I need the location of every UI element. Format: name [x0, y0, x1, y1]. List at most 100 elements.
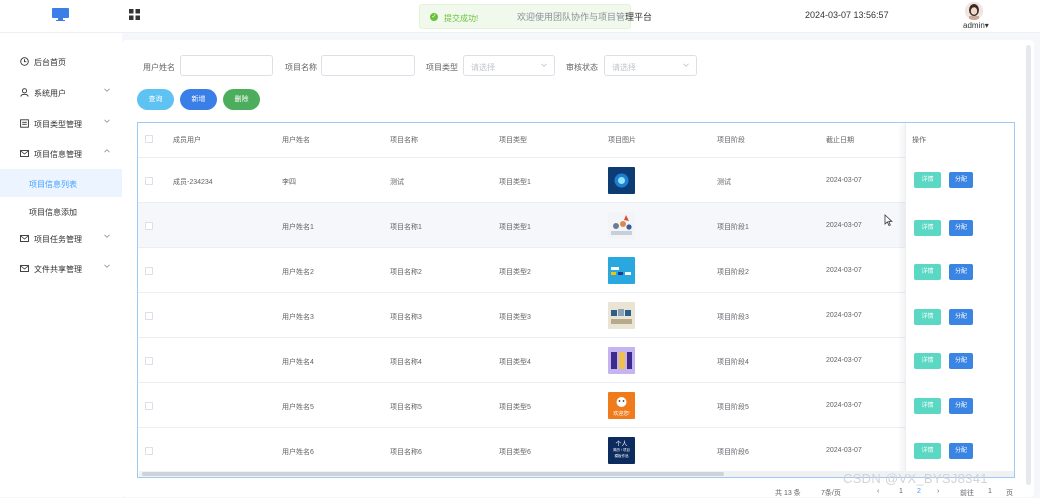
- table-row[interactable]: 用户姓名6 项目名称6 项目类型6 个人 简历 / 项目 模板作品 项目阶段6 …: [138, 427, 1014, 473]
- assign-button[interactable]: 分配: [949, 172, 973, 188]
- cell-member: 成员-234234: [173, 179, 213, 186]
- row-checkbox[interactable]: [145, 267, 153, 275]
- frames-image-icon: [611, 352, 632, 369]
- column-header-member: 成员用户: [173, 137, 201, 144]
- project-thumbnail[interactable]: [608, 167, 635, 194]
- assign-button[interactable]: 分配: [949, 398, 973, 414]
- sidebar-item-label: 文件共享管理: [34, 265, 82, 274]
- project-thumbnail[interactable]: [608, 347, 635, 374]
- query-button[interactable]: 查询: [137, 89, 174, 110]
- pager-page-2[interactable]: 2: [917, 488, 921, 495]
- cell-username: 用户姓名3: [282, 314, 314, 321]
- datetime-display: 2024-03-07 13:56:57: [805, 10, 889, 20]
- column-header-project-image: 项目图片: [608, 137, 636, 144]
- select-all-checkbox[interactable]: [145, 135, 153, 143]
- project-type-placeholder: 请选择: [471, 63, 495, 72]
- app-title: 欢迎使用团队协作与项目管理平台: [517, 10, 652, 23]
- cell-project-type: 项目类型1: [499, 224, 531, 231]
- sidebar-item-label: 系统用户: [34, 89, 66, 98]
- toast-message: 提交成功!: [444, 14, 479, 23]
- column-header-project-type: 项目类型: [499, 137, 527, 144]
- thumb-caption: 模板作品: [614, 454, 629, 458]
- username-filter-input[interactable]: [180, 55, 273, 76]
- table-row[interactable]: 用户姓名4 项目名称4 项目类型4 项目阶段4 2024-03-07: [138, 337, 1014, 383]
- pager-page-1[interactable]: 1: [899, 488, 903, 495]
- add-button[interactable]: 新增: [180, 89, 217, 110]
- pager-prev-button[interactable]: ‹: [877, 488, 879, 495]
- row-checkbox[interactable]: [145, 177, 153, 185]
- cell-project-name: 测试: [390, 179, 404, 186]
- row-checkbox[interactable]: [145, 402, 153, 410]
- project-thumbnail[interactable]: [608, 212, 635, 239]
- project-type-select[interactable]: 请选择: [463, 55, 555, 76]
- user-menu[interactable]: admin▾: [963, 21, 989, 30]
- cell-project-stage: 项目阶段4: [717, 359, 749, 366]
- pager-next-button[interactable]: ›: [937, 488, 939, 495]
- cell-deadline: 2024-03-07: [826, 447, 862, 454]
- chevron-down-icon: [104, 234, 110, 238]
- table-row[interactable]: 用户姓名2 项目名称2 项目类型2 项目阶段2 2024-03-07: [138, 247, 1014, 293]
- detail-button[interactable]: 详情: [914, 220, 941, 236]
- detail-button[interactable]: 详情: [914, 172, 941, 188]
- sidebar-item-file-sharing[interactable]: 文件共享管理: [0, 254, 122, 284]
- mail-icon: [20, 265, 29, 272]
- audit-status-select[interactable]: 请选择: [604, 55, 697, 76]
- audit-status-placeholder: 请选择: [612, 63, 636, 72]
- cell-project-type: 项目类型6: [499, 449, 531, 456]
- sidebar-item-label: 项目信息管理: [34, 150, 82, 159]
- project-name-filter-input[interactable]: [321, 55, 415, 76]
- table-row[interactable]: 成员-234234 李四 测试 项目类型1 测试 2024-03-07: [138, 157, 1014, 203]
- cell-project-stage: 项目阶段1: [717, 224, 749, 231]
- row-checkbox[interactable]: [145, 312, 153, 320]
- project-thumbnail[interactable]: 欢迎您!: [608, 392, 635, 419]
- user-name: admin: [963, 21, 985, 30]
- cell-project-stage: 项目阶段3: [717, 314, 749, 321]
- sidebar-item-project-tasks[interactable]: 项目任务管理: [0, 224, 122, 254]
- project-thumbnail[interactable]: [608, 302, 635, 329]
- detail-button[interactable]: 详情: [914, 443, 941, 459]
- top-bar: ✓ 提交成功! 欢迎使用团队协作与项目管理平台 2024-03-07 13:56…: [0, 0, 1040, 33]
- assign-button[interactable]: 分配: [949, 353, 973, 369]
- chevron-down-icon: [683, 63, 689, 67]
- assign-button[interactable]: 分配: [949, 309, 973, 325]
- sidebar-subitem-project-add[interactable]: 项目信息添加: [0, 197, 122, 225]
- table-row[interactable]: 用户姓名3 项目名称3 项目类型3 项目阶段3 2024-03-07: [138, 292, 1014, 338]
- delete-button[interactable]: 删除: [223, 89, 260, 110]
- sidebar-subitem-project-list[interactable]: 项目信息列表: [0, 169, 122, 197]
- detail-button[interactable]: 详情: [914, 353, 941, 369]
- row-checkbox[interactable]: [145, 357, 153, 365]
- table-scroll-thumb[interactable]: [142, 472, 724, 476]
- table-row[interactable]: 用户姓名1 项目名称1 项目类型1 项目阶段1 2024-03-07: [138, 202, 1014, 248]
- cell-project-name: 项目名称2: [390, 269, 422, 276]
- chevron-up-icon: [104, 149, 110, 153]
- detail-button[interactable]: 详情: [914, 398, 941, 414]
- username-filter-label: 用户姓名: [143, 63, 175, 72]
- sidebar-item-project-types[interactable]: 项目类型管理: [0, 109, 122, 139]
- assign-button[interactable]: 分配: [949, 443, 973, 459]
- detail-button[interactable]: 详情: [914, 309, 941, 325]
- sidebar-item-users[interactable]: 系统用户: [0, 78, 122, 108]
- cell-deadline: 2024-03-07: [826, 222, 862, 229]
- sidebar-item-home[interactable]: 后台首页: [0, 47, 122, 77]
- avatar[interactable]: [965, 2, 983, 20]
- assign-button[interactable]: 分配: [949, 264, 973, 280]
- project-thumbnail[interactable]: [608, 257, 635, 284]
- page-scrollbar[interactable]: [1026, 45, 1031, 485]
- cell-username: 用户姓名6: [282, 449, 314, 456]
- row-checkbox[interactable]: [145, 447, 153, 455]
- audit-status-filter-label: 审核状态: [566, 63, 598, 72]
- detail-button[interactable]: 详情: [914, 264, 941, 280]
- pager-goto-input[interactable]: 1: [988, 488, 992, 495]
- glow-image-icon: [614, 173, 629, 188]
- sidebar-item-project-info[interactable]: 项目信息管理: [0, 139, 122, 169]
- monitor-icon[interactable]: [52, 8, 69, 21]
- table-row[interactable]: 用户姓名5 项目名称5 项目类型5 欢迎您! 项目阶段5 2024-03-07: [138, 382, 1014, 428]
- chevron-down-icon: [541, 63, 547, 67]
- cell-deadline: 2024-03-07: [826, 312, 862, 319]
- user-caret-icon: ▾: [984, 21, 989, 30]
- grid-menu-icon[interactable]: [129, 9, 140, 20]
- assign-button[interactable]: 分配: [949, 220, 973, 236]
- project-thumbnail[interactable]: 个人 简历 / 项目 模板作品: [608, 437, 635, 464]
- chevron-down-icon: [104, 264, 110, 268]
- row-checkbox[interactable]: [145, 222, 153, 230]
